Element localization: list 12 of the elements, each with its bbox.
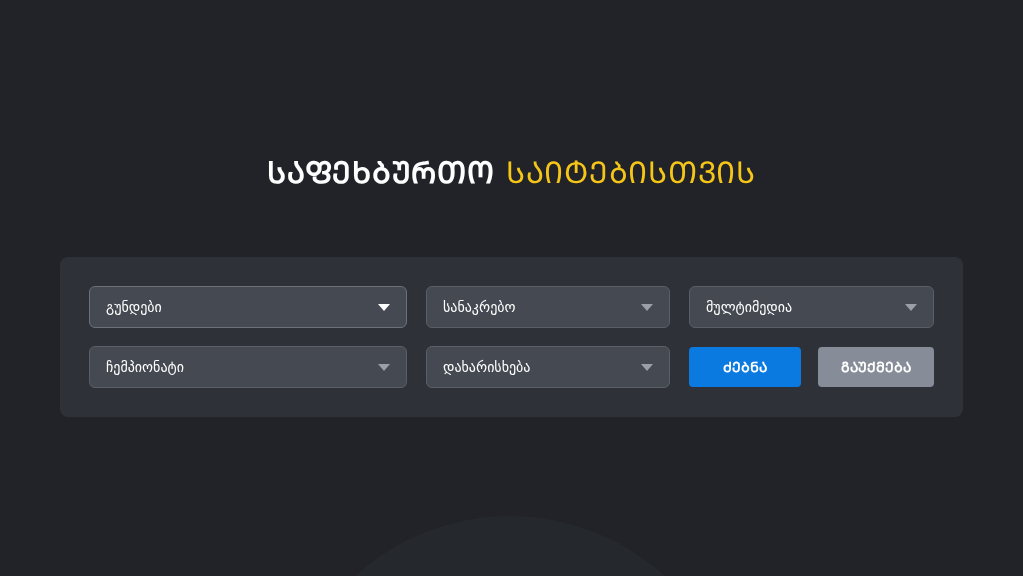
dropdown-select[interactable]: ჩემპიონატი	[89, 346, 407, 388]
caret-icon	[641, 363, 653, 371]
caret-icon	[905, 303, 917, 311]
dropdown-select[interactable]: სანაკრებო	[426, 286, 670, 328]
dropdown-select[interactable]: გუნდები	[89, 286, 407, 328]
dropdown-select[interactable]: მულტიმედია	[689, 286, 934, 328]
search-button[interactable]: ᲫᲔᲑᲜᲐ	[689, 347, 801, 387]
caret-icon	[378, 363, 390, 371]
caret-icon	[378, 303, 390, 311]
caret-icon	[641, 303, 653, 311]
dropdown-select[interactable]: დახარისხება	[426, 346, 670, 388]
page-heading: ᲡᲐᲤᲔᲮᲑᲣᲠᲗᲝ ᲡᲐᲘᲢᲔᲑᲘᲡᲗᲕᲘᲡ	[267, 154, 756, 192]
